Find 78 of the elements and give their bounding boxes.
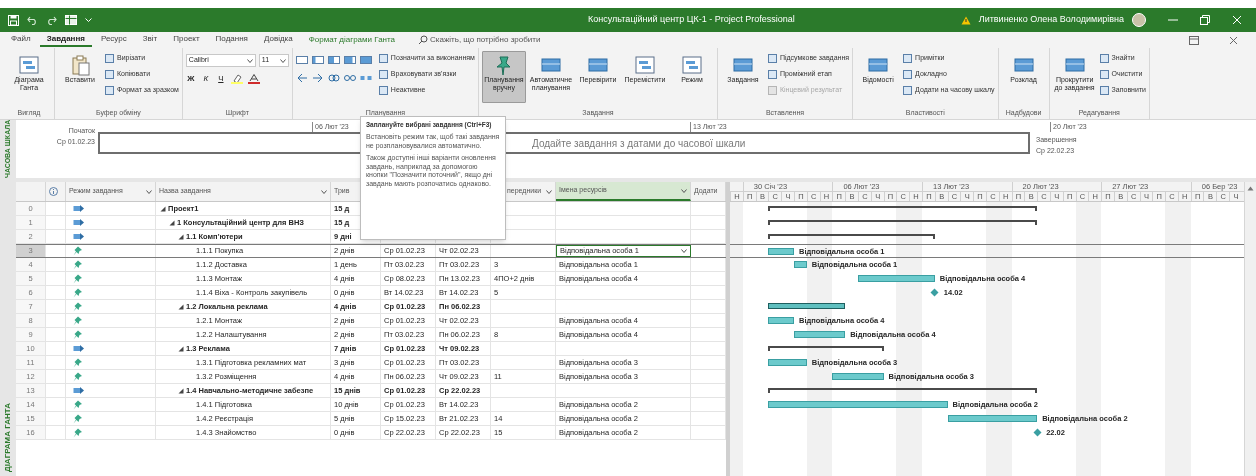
small-square-icon <box>378 54 388 63</box>
broken-chain-icon[interactable] <box>343 73 356 83</box>
progress-bar-icon[interactable] <box>359 55 372 65</box>
left-arrow-icon[interactable] <box>295 73 308 83</box>
timeline-placeholder: Додайте завдання з датами до часової шкали <box>532 136 746 151</box>
ribbon-tab[interactable]: Формат діаграми Ганта <box>301 33 403 47</box>
task-bar <box>794 331 846 338</box>
split-bar-icon[interactable] <box>359 73 372 83</box>
task-bar <box>832 373 884 380</box>
collapse-triangle-icon[interactable] <box>178 387 184 394</box>
small-square-icon <box>378 70 388 79</box>
ribbon-tab[interactable]: Файл <box>4 33 38 47</box>
progress-bar-icon[interactable] <box>311 55 324 65</box>
user-name[interactable]: Литвиненко Олена Володимирівна <box>978 13 1124 27</box>
window-title: Консультаційний центр ЦК-1 - Project Professional <box>587 13 795 27</box>
small-square-icon <box>378 86 388 95</box>
caret-icon[interactable] <box>321 189 327 194</box>
font-style-button[interactable]: Ч <box>215 73 226 85</box>
warning-icon <box>960 15 971 25</box>
close-icon[interactable] <box>1229 35 1238 45</box>
progress-bar-icon[interactable] <box>327 55 340 65</box>
task-bar <box>768 248 794 255</box>
task-bar <box>768 317 794 324</box>
vertical-scrollbar[interactable] <box>1244 182 1256 476</box>
table-icon[interactable] <box>65 15 77 25</box>
restore-icon[interactable] <box>1200 15 1210 25</box>
progress-bar-icon[interactable] <box>295 55 308 65</box>
small-square-icon <box>1099 54 1109 63</box>
info-icon <box>49 187 58 196</box>
ribbon-tab[interactable]: Ресурс <box>93 33 134 47</box>
caret-icon[interactable] <box>246 58 253 63</box>
highlighter-icon[interactable] <box>230 74 243 84</box>
ribbon-tab[interactable]: Довідка <box>256 33 300 47</box>
view-label[interactable]: ДІАГРАМА ГАНТА <box>2 402 14 472</box>
font-style-button[interactable]: Ж <box>185 73 196 85</box>
small-square-icon <box>903 70 913 79</box>
small-square-icon <box>767 70 777 79</box>
collapse-triangle-icon[interactable] <box>178 233 184 240</box>
small-square-icon <box>767 86 777 95</box>
chain-icon[interactable] <box>327 73 340 83</box>
collapse-triangle-icon[interactable] <box>178 345 184 352</box>
avatar[interactable] <box>1132 13 1146 27</box>
redo-icon[interactable] <box>46 15 57 25</box>
caret-icon[interactable] <box>546 189 552 194</box>
small-square-icon <box>767 54 777 63</box>
undo-icon[interactable] <box>27 15 38 25</box>
small-square-icon <box>903 54 913 63</box>
small-square-icon <box>105 86 114 95</box>
small-square-icon <box>105 54 114 63</box>
collapse-triangle-icon[interactable] <box>160 205 166 212</box>
gantt-chart-icon <box>18 54 40 76</box>
progress-bar-icon[interactable] <box>343 55 356 65</box>
tell-me-field[interactable]: Скажіть, що потрібно зробити <box>430 34 601 46</box>
ribbon-tab[interactable]: Звіт <box>135 33 165 47</box>
caret-icon[interactable] <box>681 249 687 253</box>
small-square-icon <box>105 70 114 79</box>
font-color-icon[interactable] <box>247 74 260 84</box>
milestone-diamond <box>930 288 940 297</box>
clipboard-icon <box>69 54 91 76</box>
milestone-diamond <box>1032 428 1042 437</box>
ribbon-tab[interactable]: Проект <box>166 33 207 47</box>
task-bar <box>794 261 807 268</box>
caret-icon[interactable] <box>146 189 152 194</box>
caret-icon[interactable] <box>681 188 687 193</box>
task-bar <box>768 359 807 366</box>
collapse-triangle-icon[interactable] <box>178 303 184 310</box>
search-icon <box>418 35 429 45</box>
right-arrow-icon[interactable] <box>311 73 324 83</box>
collapse-triangle-icon[interactable] <box>169 219 175 226</box>
small-square-icon <box>1099 86 1109 95</box>
up-arrow-icon[interactable] <box>1247 186 1254 191</box>
caret-icon[interactable] <box>279 58 286 63</box>
font-style-button[interactable]: К <box>200 73 211 85</box>
ribbon-options-icon[interactable] <box>1189 35 1199 45</box>
small-square-icon <box>1099 70 1109 79</box>
small-square-icon <box>903 86 913 95</box>
ribbon-tab[interactable]: Подання <box>208 33 255 47</box>
save-icon[interactable] <box>8 14 19 26</box>
